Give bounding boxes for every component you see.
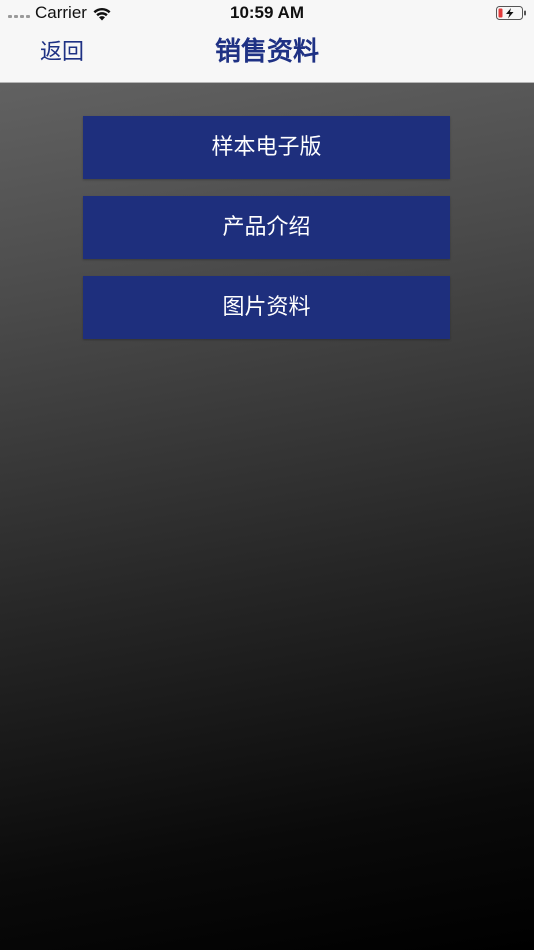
sample-ebook-button[interactable]: 样本电子版 — [83, 116, 450, 179]
status-bar: Carrier 10:59 AM — [0, 0, 534, 26]
image-materials-button[interactable]: 图片资料 — [83, 276, 450, 339]
status-time: 10:59 AM — [229, 3, 304, 22]
product-intro-button[interactable]: 产品介绍 — [83, 196, 450, 259]
app-screen: Carrier 10:59 AM 返回 销售资料 样本电子版 产品介绍 图片资料 — [0, 0, 534, 950]
top-bar: Carrier 10:59 AM 返回 销售资料 — [0, 0, 534, 83]
battery-charging-icon — [496, 6, 526, 20]
navigation-bar: 返回 销售资料 — [0, 26, 534, 82]
page-title: 销售资料 — [214, 37, 319, 67]
sales-materials-menu: 样本电子版 产品介绍 图片资料 — [83, 116, 450, 356]
